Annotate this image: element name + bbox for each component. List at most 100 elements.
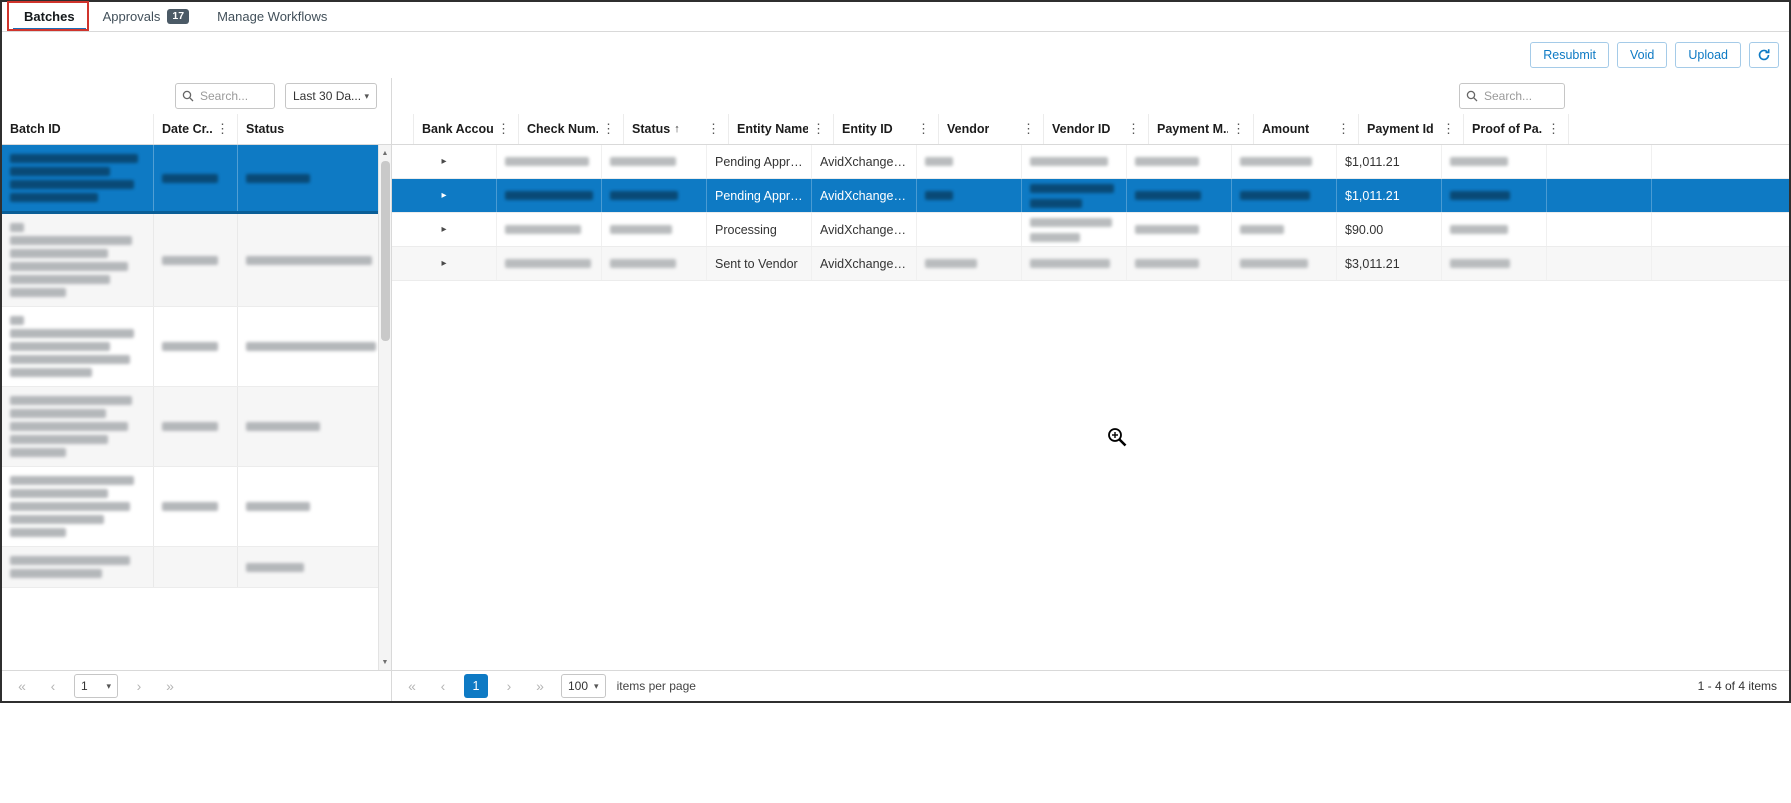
column-header-date-created[interactable]: Date Cr... ⋮ [154, 114, 238, 144]
vertical-scrollbar[interactable]: ▲ ▼ [378, 145, 391, 670]
redacted-text [925, 191, 953, 200]
tab-approvals[interactable]: Approvals 17 [89, 2, 204, 31]
cell-payment-id [1442, 179, 1547, 212]
page-size-value: 100 [568, 679, 589, 693]
column-menu-icon[interactable]: ⋮ [703, 121, 720, 137]
redacted-text [1450, 157, 1508, 166]
payment-row[interactable]: ▸ Pending Approval AvidXchange, Inc $1,011.… [392, 179, 1789, 213]
cell-payment-id [1442, 213, 1547, 246]
chevron-right-icon[interactable]: ▸ [441, 258, 446, 269]
previous-page-button[interactable]: ‹ [433, 675, 453, 697]
expand-cell: ▸ [392, 213, 497, 246]
cell-text: $1,011.21 [1345, 188, 1400, 203]
previous-page-button[interactable]: ‹ [43, 675, 63, 697]
chevron-right-icon[interactable]: ▸ [441, 190, 446, 201]
redacted-text [1135, 191, 1201, 200]
column-header-status[interactable]: Status ↑ ⋮ [624, 114, 729, 144]
column-menu-icon[interactable]: ⋮ [598, 121, 615, 137]
next-page-button[interactable]: › [129, 675, 149, 697]
column-menu-icon[interactable]: ⋮ [1018, 121, 1035, 137]
batch-row[interactable] [2, 307, 378, 387]
column-header-vendor-id[interactable]: Vendor ID ⋮ [1044, 114, 1149, 144]
redacted-text [10, 448, 66, 457]
upload-button[interactable]: Upload [1675, 42, 1741, 68]
next-page-button[interactable]: › [499, 675, 519, 697]
column-header-amount[interactable]: Amount ⋮ [1254, 114, 1359, 144]
redacted-text [610, 157, 676, 166]
batch-row[interactable] [2, 145, 378, 214]
column-label: Status [632, 122, 671, 136]
tab-batches[interactable]: Batches [10, 2, 89, 31]
batch-row[interactable] [2, 547, 378, 588]
cell-entity-name: AvidXchange, Inc [812, 247, 917, 280]
column-menu-icon[interactable]: ⋮ [1438, 121, 1455, 137]
redacted-text [246, 342, 376, 351]
last-page-button[interactable]: » [530, 675, 550, 697]
refresh-button[interactable] [1749, 42, 1779, 68]
cell-check-num [602, 179, 707, 212]
expand-column-header [392, 114, 414, 144]
redacted-text [925, 157, 953, 166]
payment-row[interactable]: ▸ Pending Approval AvidXchange, Inc $1,011.… [392, 145, 1789, 179]
column-menu-icon[interactable]: ⋮ [1123, 121, 1140, 137]
left-grid-rows [2, 145, 378, 670]
scroll-down-icon[interactable]: ▼ [379, 655, 391, 669]
page-size-dropdown[interactable]: 100 ▾ [561, 674, 606, 698]
column-header-check-num[interactable]: Check Num...⋮ [519, 114, 624, 144]
column-menu-icon[interactable]: ⋮ [212, 121, 229, 137]
current-page-button[interactable]: 1 [464, 674, 488, 698]
redacted-text [246, 422, 320, 431]
chevron-right-icon[interactable]: ▸ [441, 224, 446, 235]
column-menu-icon[interactable]: ⋮ [1543, 121, 1560, 137]
column-header-payment-id[interactable]: Payment Id ⋮ [1359, 114, 1464, 144]
column-header-payment-m[interactable]: Payment M... ⋮ [1149, 114, 1254, 144]
redacted-text [10, 167, 110, 176]
batch-row[interactable] [2, 467, 378, 547]
batch-row[interactable] [2, 387, 378, 467]
column-header-status[interactable]: Status [238, 114, 391, 144]
payments-controls [392, 78, 1789, 114]
resubmit-button[interactable]: Resubmit [1530, 42, 1610, 68]
scrollbar-thumb[interactable] [381, 161, 390, 341]
cell-amount: $1,011.21 [1337, 145, 1442, 178]
column-header-batch-id[interactable]: Batch ID [2, 114, 154, 144]
redacted-text [162, 502, 218, 511]
batch-row[interactable] [2, 214, 378, 307]
tab-manage-workflows[interactable]: Manage Workflows [203, 2, 341, 31]
cell-status [238, 547, 378, 587]
void-button[interactable]: Void [1617, 42, 1668, 68]
first-page-button[interactable]: « [12, 675, 32, 697]
last-page-button[interactable]: » [160, 675, 180, 697]
column-menu-icon[interactable]: ⋮ [493, 121, 510, 137]
column-header-entity-name[interactable]: Entity Name ⋮ [729, 114, 834, 144]
cell-bank-account [497, 145, 602, 178]
redacted-text [1240, 191, 1310, 200]
cell-text: $1,011.21 [1345, 154, 1400, 169]
app-window: Batches Approvals 17 Manage Workflows Re… [0, 0, 1791, 703]
cell-date-created [154, 387, 238, 466]
date-range-dropdown[interactable]: Last 30 Da... ▾ [285, 83, 377, 109]
redacted-text [1030, 198, 1082, 208]
chevron-right-icon[interactable]: ▸ [441, 156, 446, 167]
column-menu-icon[interactable]: ⋮ [1333, 121, 1350, 137]
payment-row[interactable]: ▸ Processing AvidXchange, Inc $90.00 [392, 213, 1789, 247]
cell-entity-id [917, 213, 1022, 246]
column-header-vendor[interactable]: Vendor ⋮ [939, 114, 1044, 144]
scroll-up-icon[interactable]: ▲ [379, 146, 391, 160]
redacted-text [162, 422, 218, 431]
page-select[interactable]: 1 ▾ [74, 674, 118, 698]
column-menu-icon[interactable]: ⋮ [808, 121, 825, 137]
cell-entity-name: AvidXchange, Inc [812, 179, 917, 212]
first-page-button[interactable]: « [402, 675, 422, 697]
cell-date-created [154, 547, 238, 587]
column-menu-icon[interactable]: ⋮ [913, 121, 930, 137]
right-grid-header: Bank Account⋮Check Num...⋮Status↑⋮Entity… [392, 114, 1789, 145]
cell-batch-id [2, 307, 154, 386]
column-menu-icon[interactable]: ⋮ [1228, 121, 1245, 137]
payment-row[interactable]: ▸ Sent to Vendor AvidXchange, Inc $3,011.21 [392, 247, 1789, 281]
column-header-proof-of-pa[interactable]: Proof of Pa... ⋮ [1464, 114, 1569, 144]
cell-proof-of-pa [1547, 247, 1652, 280]
column-header-entity-id[interactable]: Entity ID ⋮ [834, 114, 939, 144]
column-header-bank-account[interactable]: Bank Account⋮ [414, 114, 519, 144]
search-icon [1466, 90, 1478, 102]
